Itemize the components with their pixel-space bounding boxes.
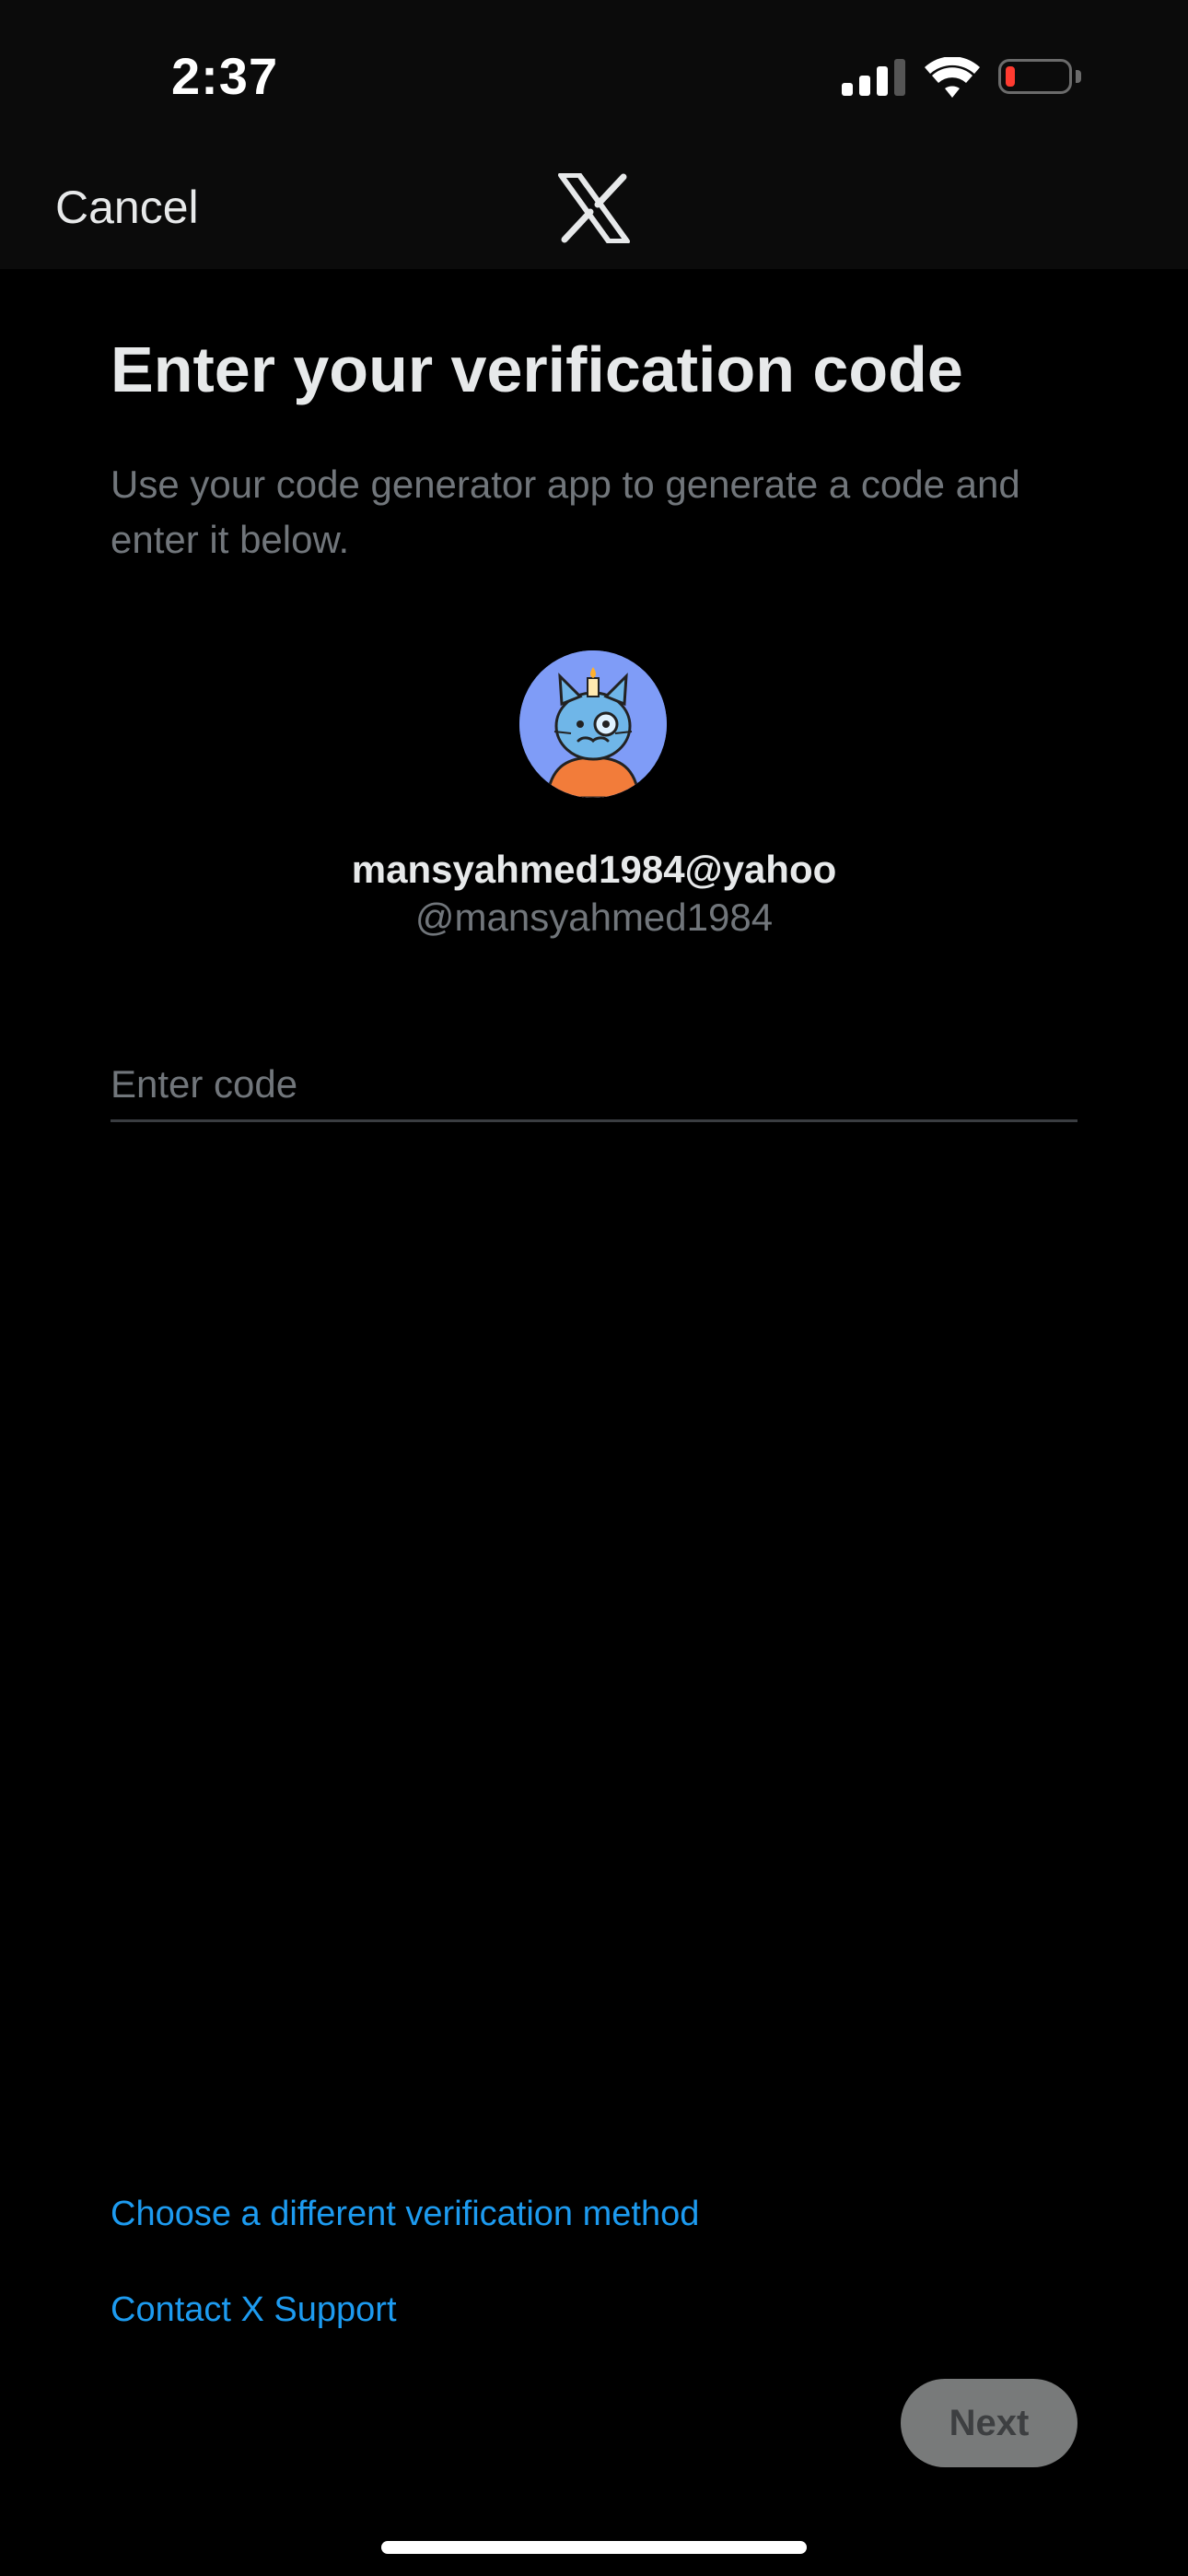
next-button[interactable]: Next xyxy=(901,2379,1077,2467)
cancel-button[interactable]: Cancel xyxy=(55,181,199,234)
account-handle: @mansyahmed1984 xyxy=(414,896,774,939)
top-bar: 2:37 Cancel xyxy=(0,0,1188,269)
status-time: 2:37 xyxy=(171,47,279,105)
contact-support-link[interactable]: Contact X Support xyxy=(111,2290,397,2330)
x-logo-icon xyxy=(558,173,630,243)
home-indicator xyxy=(381,2541,807,2554)
account-display-name: mansyahmed1984@yahoo xyxy=(351,848,837,891)
page-title: Enter your verification code xyxy=(111,334,963,405)
wifi-icon xyxy=(925,57,980,98)
page-subtitle: Use your code generator app to generate … xyxy=(111,463,1020,561)
battery-icon xyxy=(998,59,1083,98)
avatar-image xyxy=(519,650,667,798)
cellular-signal-icon xyxy=(842,57,906,100)
different-verification-method-link[interactable]: Choose a different verification method xyxy=(111,2195,699,2234)
avatar xyxy=(519,650,667,798)
verification-code-input[interactable] xyxy=(111,1048,1077,1122)
status-icons xyxy=(840,57,1089,103)
